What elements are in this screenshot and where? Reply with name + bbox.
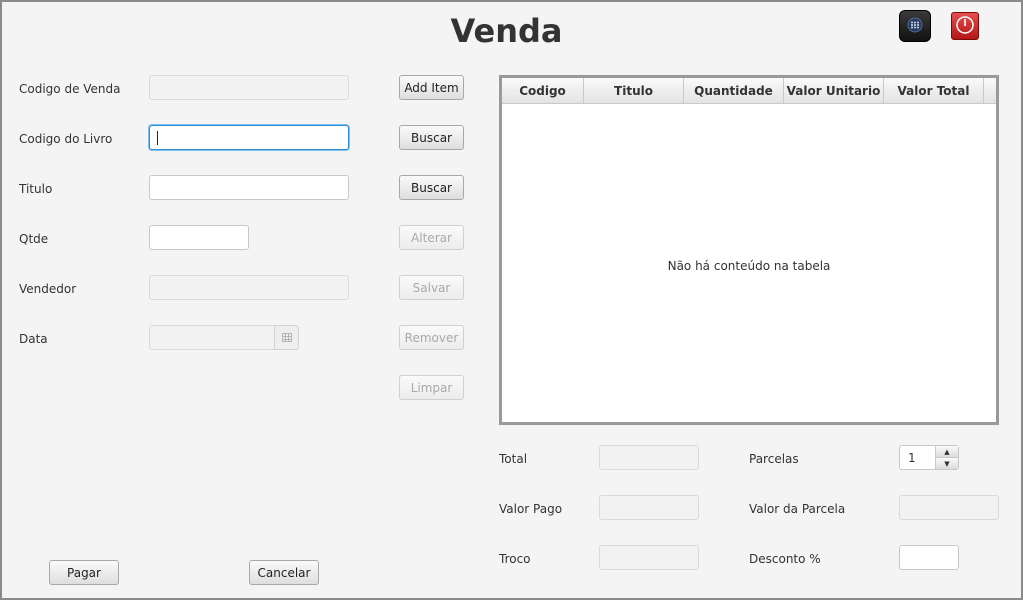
parcelas-value[interactable]: 1 [900, 446, 935, 469]
alterar-button[interactable]: Alterar [399, 225, 464, 250]
valor-pago-field[interactable] [599, 495, 699, 520]
column-header-valor-unitario[interactable]: Valor Unitario [784, 78, 884, 104]
codigo-livro-field[interactable] [149, 125, 349, 150]
date-picker-button[interactable] [274, 325, 299, 350]
page-title: Venda [450, 12, 563, 50]
column-header-titulo[interactable]: Titulo [584, 78, 684, 104]
power-button[interactable] [951, 12, 979, 40]
titulo-field[interactable] [149, 175, 349, 200]
vendedor-label: Vendedor [19, 282, 77, 296]
data-field[interactable] [149, 325, 275, 350]
increment-button[interactable]: ▲ [936, 446, 958, 457]
total-field[interactable] [599, 445, 699, 470]
salvar-button[interactable]: Salvar [399, 275, 464, 300]
total-label: Total [499, 452, 528, 466]
qtde-label: Qtde [19, 232, 49, 246]
desconto-field[interactable] [899, 545, 959, 570]
troco-label: Troco [499, 552, 531, 566]
apps-button[interactable] [899, 10, 931, 42]
column-header-quantidade[interactable]: Quantidade [684, 78, 784, 104]
data-label: Data [19, 332, 48, 346]
valor-pago-label: Valor Pago [499, 502, 563, 516]
valor-parcela-field[interactable] [899, 495, 999, 520]
vendedor-field[interactable] [149, 275, 349, 300]
cancelar-button[interactable]: Cancelar [249, 560, 319, 585]
parcelas-label: Parcelas [749, 452, 799, 466]
add-item-button[interactable]: Add Item [399, 75, 464, 100]
column-header-filler [984, 78, 996, 104]
codigo-livro-label: Codigo do Livro [19, 132, 113, 146]
column-header-codigo[interactable]: Codigo [502, 78, 584, 104]
buscar-titulo-button[interactable]: Buscar [399, 175, 464, 200]
troco-field[interactable] [599, 545, 699, 570]
qtde-field[interactable] [149, 225, 249, 250]
column-header-valor-total[interactable]: Valor Total [884, 78, 984, 104]
pagar-button[interactable]: Pagar [49, 560, 119, 585]
arrow-up-icon: ▲ [944, 447, 950, 456]
decrement-button[interactable]: ▼ [936, 457, 958, 469]
items-table[interactable]: Codigo Titulo Quantidade Valor Unitario … [499, 75, 999, 425]
table-header: Codigo Titulo Quantidade Valor Unitario … [502, 78, 996, 104]
titulo-label: Titulo [19, 182, 53, 196]
table-empty-message: Não há conteúdo na tabela [667, 259, 831, 273]
spinner-buttons: ▲ ▼ [935, 446, 958, 469]
power-icon [955, 15, 975, 38]
buscar-livro-button[interactable]: Buscar [399, 125, 464, 150]
calendar-icon [281, 331, 292, 345]
parcelas-spinner[interactable]: 1 ▲ ▼ [899, 445, 959, 470]
valor-parcela-label: Valor da Parcela [749, 502, 846, 516]
remover-button[interactable]: Remover [399, 325, 464, 350]
apps-grid-icon [907, 17, 923, 36]
arrow-down-icon: ▼ [944, 459, 950, 468]
text-caret [157, 131, 158, 145]
codigo-venda-field[interactable] [149, 75, 349, 100]
codigo-venda-label: Codigo de Venda [19, 82, 121, 96]
limpar-button[interactable]: Limpar [399, 375, 464, 400]
desconto-label: Desconto % [749, 552, 821, 566]
